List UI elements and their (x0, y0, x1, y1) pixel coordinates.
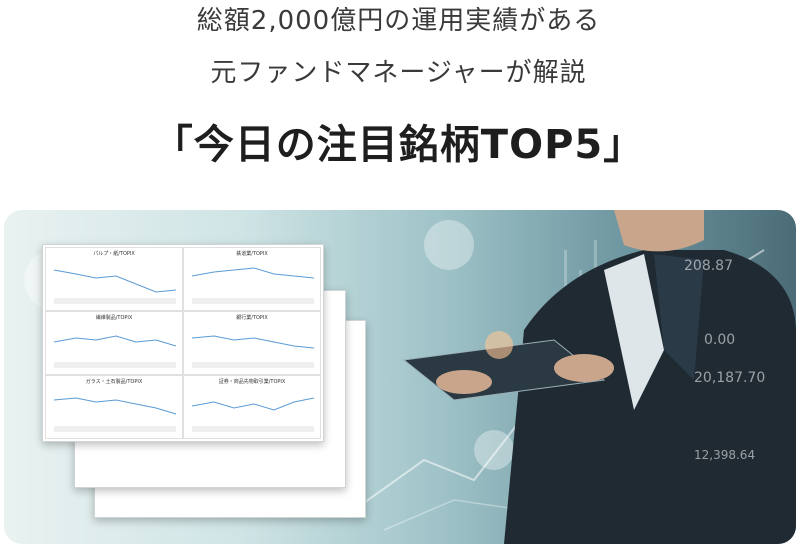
chart-panel: 証券・商品先物取引業/TOPIX (183, 375, 321, 439)
screen-number: 208.87 (684, 258, 733, 274)
subtitle-line-1: 総額2,000億円の運用実績がある (196, 6, 601, 36)
chart-panel: 鉄道業/TOPIX (183, 247, 321, 311)
screen-number: 12,398.64 (694, 448, 756, 462)
mini-line-chart (191, 267, 315, 304)
mini-line-chart (191, 397, 315, 432)
page-title: 「今日の注目銘柄TOP5」 (152, 122, 645, 168)
report-sheet-front: パルプ・紙/TOPIX 鉄道業/TOPIX 繊維製品/TOPIX 銀行業/TOP… (42, 244, 324, 442)
screen-number: 0.00 (704, 332, 736, 348)
chart-panel: 銀行業/TOPIX (183, 311, 321, 375)
subtitle-line-2: 元ファンドマネージャーが解説 (210, 58, 587, 88)
hero-image: 208.87 0.00 20,187.70 12,398.64 パルプ・紙/TO… (4, 210, 796, 544)
chart-panel: ガラス・土石製品/TOPIX (45, 375, 183, 439)
mini-line-chart (53, 397, 177, 432)
chart-panel: パルプ・紙/TOPIX (45, 247, 183, 311)
mini-line-chart (191, 335, 315, 368)
mini-line-chart (53, 269, 177, 304)
screen-number: 20,187.70 (694, 370, 766, 386)
chart-panel: 繊維製品/TOPIX (45, 311, 183, 375)
mini-line-chart (53, 335, 177, 368)
